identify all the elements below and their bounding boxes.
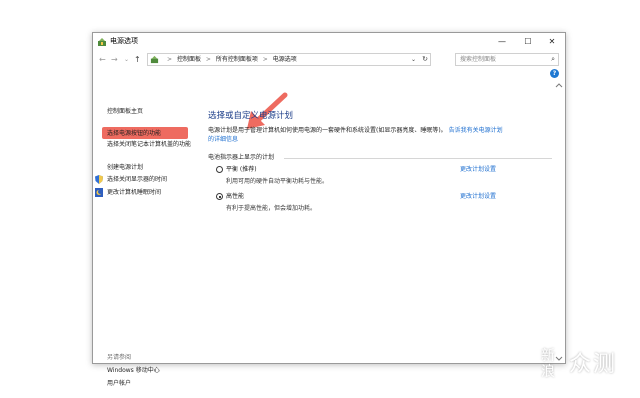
address-toolbar: ← → ⌄ ↑ > 控制面板 > 所有控制面板项 > 电源选项 ⌄ ↻ 搜索控制…: [93, 51, 565, 69]
sidebar-link-create-plan[interactable]: 创建电源计划: [107, 163, 143, 172]
close-button[interactable]: ✕: [539, 33, 565, 51]
crumb-control-panel[interactable]: 控制面板: [177, 56, 201, 63]
address-dropdown-button[interactable]: ⌄: [411, 54, 416, 65]
minimize-button[interactable]: —: [489, 33, 515, 51]
window-title: 电源选项: [110, 37, 138, 45]
page-description: 电源计划是用于管理计算机如何使用电源的一套硬件和系统设置(如显示器亮度、睡眠等)…: [208, 126, 508, 144]
watermark-main: 众测: [569, 352, 618, 377]
sidebar: 控制面板主页 选择电源按钮的功能 选择关闭笔记本计算机盖的功能 创建电源计划 选…: [93, 69, 199, 387]
crumb-power-options[interactable]: 电源选项: [273, 56, 297, 63]
sidebar-link-power-buttons[interactable]: 选择电源按钮的功能: [107, 129, 161, 138]
search-placeholder: 搜索控制面板: [460, 56, 497, 63]
crumb-separator: >: [262, 56, 268, 63]
section-divider: [284, 158, 552, 159]
section-heading: 电池指示器上显示的计划: [208, 154, 275, 161]
search-box[interactable]: 搜索控制面板 ⌕: [455, 53, 559, 66]
forward-button[interactable]: →: [111, 54, 118, 66]
plan-radio-balanced[interactable]: [216, 166, 223, 173]
address-box[interactable]: > 控制面板 > 所有控制面板项 > 电源选项 ⌄ ↻: [147, 53, 431, 66]
sidebar-link-home[interactable]: 控制面板主页: [107, 107, 143, 116]
sidebar-link-lid[interactable]: 选择关闭笔记本计算机盖的功能: [107, 140, 191, 149]
watermark-char-2: 浪: [541, 364, 555, 380]
sidebar-link-display-off[interactable]: 选择关闭显示器的时间: [107, 175, 167, 184]
watermark-char-1: 新: [541, 348, 555, 364]
plan-name-high-performance[interactable]: 高性能: [226, 192, 244, 201]
see-also-heading: 另请参阅: [107, 354, 132, 361]
breadcrumb: > 控制面板 > 所有控制面板项 > 电源选项: [164, 54, 297, 65]
power-options-window: 电源选项 — ☐ ✕ ← → ⌄ ↑ > 控制面板 > 所有控制面板项 > 电源…: [92, 32, 566, 387]
change-plan-settings-link[interactable]: 更改计划设置: [460, 165, 496, 174]
plan-desc-high-performance: 有利于提高性能，但会增加功耗。: [226, 205, 317, 212]
plan-desc-balanced: 利用可用的硬件自动平衡功耗与性能。: [226, 178, 329, 185]
search-icon[interactable]: ⌕: [551, 54, 555, 65]
main-content: 选择或自定义电源计划 电源计划是用于管理计算机如何使用电源的一套硬件和系统设置(…: [208, 69, 558, 363]
sidebar-link-sleep[interactable]: 更改计算机睡眠时间: [107, 188, 161, 197]
sidebar-link-mobility-center[interactable]: Windows 移动中心: [107, 366, 160, 375]
change-plan-settings-link[interactable]: 更改计划设置: [460, 192, 496, 201]
plan-name-balanced[interactable]: 平衡 (推荐): [226, 165, 257, 174]
plan-radio-high-performance[interactable]: [216, 193, 223, 200]
page-title: 选择或自定义电源计划: [208, 111, 294, 121]
moon-icon: [95, 188, 103, 197]
vertical-scrollbar[interactable]: [555, 83, 563, 361]
power-options-icon: [98, 38, 106, 46]
title-bar: 电源选项 — ☐ ✕: [93, 33, 565, 51]
description-text: 电源计划是用于管理计算机如何使用电源的一套硬件和系统设置(如显示器亮度、睡眠等)…: [208, 127, 447, 134]
up-button[interactable]: ↑: [134, 54, 141, 66]
back-button[interactable]: ←: [99, 54, 106, 66]
maximize-button[interactable]: ☐: [515, 33, 541, 51]
sidebar-link-user-accounts[interactable]: 用户帐户: [107, 379, 131, 388]
crumb-all-items[interactable]: 所有控制面板项: [216, 56, 258, 63]
shield-icon: [95, 175, 103, 184]
recent-locations-button[interactable]: ⌄: [124, 54, 129, 66]
crumb-separator: >: [205, 56, 211, 63]
control-panel-icon: [150, 55, 159, 64]
crumb-separator: >: [167, 56, 173, 63]
refresh-button[interactable]: ↻: [422, 54, 428, 65]
watermark: 新 浪 众测: [541, 349, 633, 391]
